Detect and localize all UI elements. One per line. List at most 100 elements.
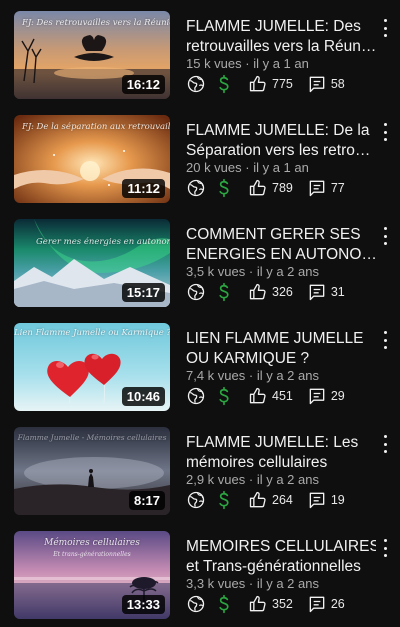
comments-stat[interactable]: 19: [307, 490, 345, 510]
video-actions: 326 31: [186, 281, 345, 303]
thumbs-up-icon: [248, 178, 268, 198]
like-count: 326: [272, 285, 293, 299]
video-meta: 15 k vues · il y a 1 an: [186, 56, 309, 71]
thumbs-up-icon: [248, 594, 268, 614]
likes-stat[interactable]: 775: [248, 74, 293, 94]
video-title-line: ENERGIES EN AUTONO…: [186, 246, 376, 263]
monetization-dollar-icon[interactable]: [214, 490, 234, 510]
upload-age: il y a 2 ans: [256, 576, 319, 591]
thumbs-up-icon: [248, 74, 268, 94]
comment-count: 77: [330, 181, 345, 195]
more-options-icon[interactable]: [380, 19, 390, 37]
meta-separator: ·: [245, 472, 257, 487]
comment-count: 31: [330, 285, 345, 299]
comment-icon: [307, 282, 327, 302]
upload-age: il y a 2 ans: [256, 368, 319, 383]
video-meta: 20 k vues · il y a 1 an: [186, 160, 309, 175]
video-title-line: LIEN FLAMME JUMELLE: [186, 330, 364, 347]
likes-stat[interactable]: 789: [248, 178, 293, 198]
video-title-line: et Trans-générationnelles: [186, 558, 361, 575]
comment-icon: [307, 594, 327, 614]
view-count: 2,9 k vues: [186, 472, 246, 487]
video-thumbnail[interactable]: Gerer mes énergies en autonomie 15:17: [14, 219, 170, 307]
video-thumbnail[interactable]: FJ: De la séparation aux retrouvailles 1…: [14, 115, 170, 203]
video-title[interactable]: COMMENT GERER SES ENERGIES EN AUTONO…: [186, 225, 376, 265]
video-item[interactable]: Lien Flamme Jumelle ou Karmique ? 10:46 …: [0, 319, 400, 419]
comments-stat[interactable]: 31: [307, 282, 345, 302]
video-title[interactable]: FLAMME JUMELLE: Les mémoires cellulaires: [186, 433, 376, 473]
video-title[interactable]: LIEN FLAMME JUMELLE OU KARMIQUE ?: [186, 329, 376, 369]
video-thumbnail[interactable]: Lien Flamme Jumelle ou Karmique ? 10:46: [14, 323, 170, 411]
like-count: 352: [272, 597, 293, 611]
comment-count: 29: [330, 389, 345, 403]
video-actions: 775 58: [186, 73, 345, 95]
comment-icon: [307, 490, 327, 510]
upload-age: il y a 1 an: [253, 160, 309, 175]
comments-stat[interactable]: 77: [307, 178, 345, 198]
comments-stat[interactable]: 58: [307, 74, 345, 94]
like-count: 789: [272, 181, 293, 195]
monetization-dollar-icon[interactable]: [214, 74, 234, 94]
more-options-icon[interactable]: [380, 123, 390, 141]
upload-age: il y a 2 ans: [256, 264, 319, 279]
comments-stat[interactable]: 26: [307, 594, 345, 614]
video-meta: 7,4 k vues · il y a 2 ans: [186, 368, 319, 383]
video-title-line: COMMENT GERER SES: [186, 226, 361, 243]
video-thumbnail[interactable]: FJ: Des retrouvailles vers la Réunion 16…: [14, 11, 170, 99]
visibility-public-icon[interactable]: [186, 282, 206, 302]
comments-stat[interactable]: 29: [307, 386, 345, 406]
video-duration: 13:33: [121, 595, 165, 614]
thumbnail-subcaption: Et trans-générationnelles: [53, 551, 131, 558]
video-title-line: MEMOIRES CELLULAIRES: [186, 538, 376, 555]
like-count: 775: [272, 77, 293, 91]
video-item[interactable]: Gerer mes énergies en autonomie 15:17 CO…: [0, 215, 400, 315]
more-options-icon[interactable]: [380, 331, 390, 349]
visibility-public-icon[interactable]: [186, 490, 206, 510]
view-count: 15 k vues: [186, 56, 242, 71]
video-title-line: Séparation vers les retro…: [186, 142, 371, 159]
thumbnail-caption: Lien Flamme Jumelle ou Karmique ?: [14, 328, 170, 338]
video-list: FJ: Des retrouvailles vers la Réunion 16…: [0, 0, 400, 624]
video-title[interactable]: FLAMME JUMELLE: Des retrouvailles vers l…: [186, 17, 376, 57]
monetization-dollar-icon[interactable]: [214, 178, 234, 198]
thumbs-up-icon: [248, 490, 268, 510]
visibility-public-icon[interactable]: [186, 74, 206, 94]
like-count: 451: [272, 389, 293, 403]
monetization-dollar-icon[interactable]: [214, 282, 234, 302]
video-title-line: FLAMME JUMELLE: Les: [186, 434, 359, 451]
more-options-icon[interactable]: [380, 227, 390, 245]
video-item[interactable]: FJ: De la séparation aux retrouvailles 1…: [0, 111, 400, 211]
video-title[interactable]: MEMOIRES CELLULAIRES et Trans-génération…: [186, 537, 376, 577]
video-title[interactable]: FLAMME JUMELLE: De la Séparation vers le…: [186, 121, 376, 161]
video-item[interactable]: FJ: Des retrouvailles vers la Réunion 16…: [0, 7, 400, 107]
visibility-public-icon[interactable]: [186, 594, 206, 614]
visibility-public-icon[interactable]: [186, 386, 206, 406]
video-item[interactable]: Mémoires cellulaires Et trans-génération…: [0, 527, 400, 627]
comment-count: 58: [330, 77, 345, 91]
monetization-dollar-icon[interactable]: [214, 594, 234, 614]
video-item[interactable]: Flamme Jumelle - Mémoires cellulaires 8:…: [0, 423, 400, 523]
video-title-line: mémoires cellulaires: [186, 454, 328, 471]
likes-stat[interactable]: 352: [248, 594, 293, 614]
likes-stat[interactable]: 326: [248, 282, 293, 302]
meta-separator: ·: [245, 264, 257, 279]
video-actions: 789 77: [186, 177, 345, 199]
more-options-icon[interactable]: [380, 435, 390, 453]
view-count: 20 k vues: [186, 160, 242, 175]
more-options-icon[interactable]: [380, 539, 390, 557]
visibility-public-icon[interactable]: [186, 178, 206, 198]
video-thumbnail[interactable]: Mémoires cellulaires Et trans-génération…: [14, 531, 170, 619]
video-thumbnail[interactable]: Flamme Jumelle - Mémoires cellulaires 8:…: [14, 427, 170, 515]
thumbnail-caption: Gerer mes énergies en autonomie: [36, 237, 170, 247]
likes-stat[interactable]: 451: [248, 386, 293, 406]
video-meta: 2,9 k vues · il y a 2 ans: [186, 472, 319, 487]
video-title-line: FLAMME JUMELLE: De la: [186, 122, 370, 139]
video-title-line: OU KARMIQUE ?: [186, 350, 310, 367]
likes-stat[interactable]: 264: [248, 490, 293, 510]
video-meta: 3,5 k vues · il y a 2 ans: [186, 264, 319, 279]
monetization-dollar-icon[interactable]: [214, 386, 234, 406]
upload-age: il y a 2 ans: [256, 472, 319, 487]
comment-icon: [307, 178, 327, 198]
comment-count: 26: [330, 597, 345, 611]
thumbs-up-icon: [248, 386, 268, 406]
